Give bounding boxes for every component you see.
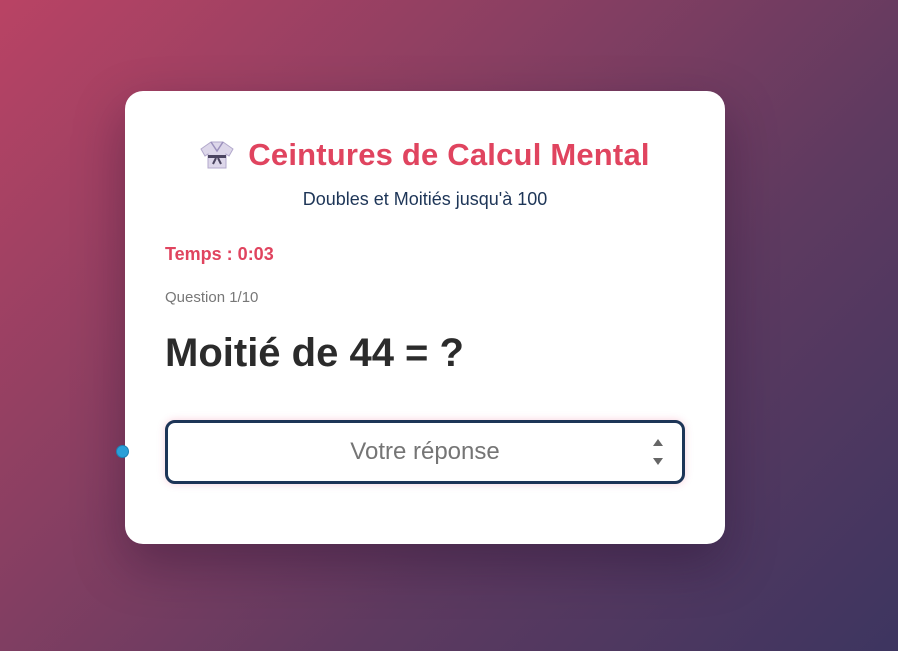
number-spinner[interactable] xyxy=(652,439,664,465)
answer-input[interactable]: Votre réponse xyxy=(165,420,685,484)
page-subtitle: Doubles et Moitiés jusqu'à 100 xyxy=(302,189,548,209)
question-text: Moitié de 44 = ? xyxy=(165,331,464,375)
quiz-card: Ceintures de Calcul Mental Doubles et Mo… xyxy=(125,91,725,544)
answer-placeholder: Votre réponse xyxy=(350,438,500,465)
timer-label: Temps : 0:03 xyxy=(165,244,274,264)
title-row: Ceintures de Calcul Mental xyxy=(165,137,685,173)
spinner-down-icon[interactable] xyxy=(653,458,663,465)
question-counter: Question 1/10 xyxy=(165,289,259,306)
spinner-up-icon[interactable] xyxy=(653,439,663,446)
cursor-indicator xyxy=(116,445,129,458)
page-title: Ceintures de Calcul Mental xyxy=(248,137,650,172)
karate-gi-icon xyxy=(200,140,234,170)
